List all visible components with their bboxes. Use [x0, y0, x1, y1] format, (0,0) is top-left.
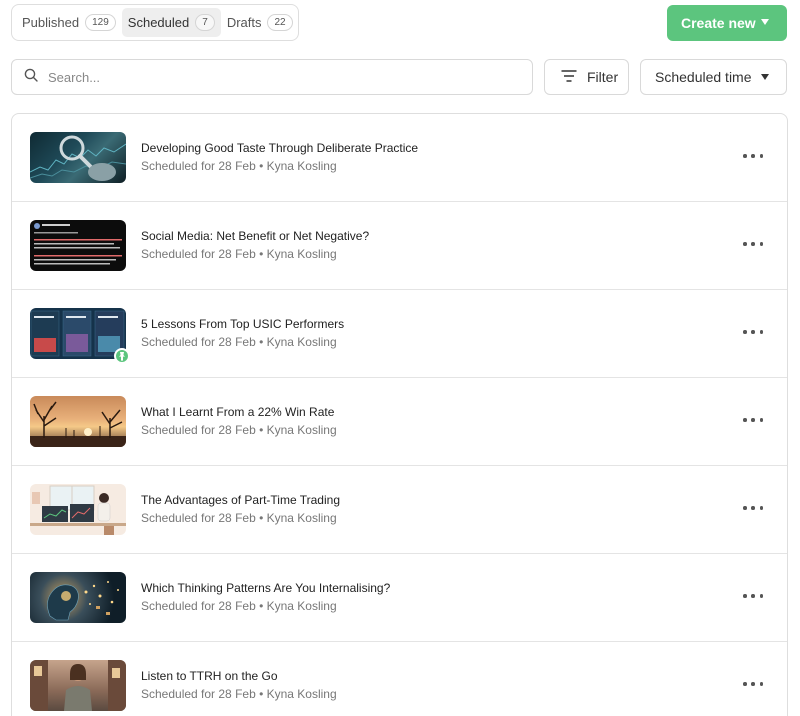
more-options-icon[interactable] — [743, 588, 763, 604]
post-title[interactable]: Social Media: Net Benefit or Net Negativ… — [141, 229, 369, 243]
post-meta: Scheduled for 28 Feb • Kyna Kosling — [141, 687, 337, 701]
post-meta: Scheduled for 28 Feb • Kyna Kosling — [141, 423, 337, 437]
post-title[interactable]: 5 Lessons From Top USIC Performers — [141, 317, 344, 331]
list-item[interactable]: Developing Good Taste Through Deliberate… — [12, 114, 787, 202]
create-new-label: Create new — [681, 15, 756, 31]
caret-down-icon — [761, 74, 769, 80]
list-item[interactable]: 5 Lessons From Top USIC Performers Sched… — [12, 290, 787, 378]
more-options-icon[interactable] — [743, 236, 763, 252]
more-options-icon[interactable] — [743, 412, 763, 428]
tab-count-badge: 7 — [195, 14, 215, 31]
post-thumbnail — [30, 132, 126, 183]
tab-published[interactable]: Published 129 — [16, 8, 122, 37]
search-box — [11, 59, 533, 95]
list-item[interactable]: What I Learnt From a 22% Win Rate Schedu… — [12, 378, 787, 466]
filter-label: Filter — [587, 69, 619, 85]
post-title[interactable]: Listen to TTRH on the Go — [141, 669, 278, 683]
status-tabs: Published 129 Scheduled 7 Drafts 22 — [11, 4, 299, 41]
post-title[interactable]: Which Thinking Patterns Are You Internal… — [141, 581, 390, 595]
post-thumbnail — [30, 484, 126, 535]
tab-drafts[interactable]: Drafts 22 — [221, 8, 299, 37]
tab-count-badge: 22 — [267, 14, 293, 31]
post-list: Developing Good Taste Through Deliberate… — [11, 113, 788, 716]
post-meta: Scheduled for 28 Feb • Kyna Kosling — [141, 247, 337, 261]
post-thumbnail — [30, 660, 126, 711]
post-meta: Scheduled for 28 Feb • Kyna Kosling — [141, 599, 337, 613]
search-input[interactable] — [48, 69, 508, 85]
list-item[interactable]: Which Thinking Patterns Are You Internal… — [12, 554, 787, 642]
post-title[interactable]: Developing Good Taste Through Deliberate… — [141, 141, 418, 155]
post-thumbnail — [30, 308, 126, 359]
tab-scheduled[interactable]: Scheduled 7 — [121, 8, 221, 37]
post-meta: Scheduled for 28 Feb • Kyna Kosling — [141, 511, 337, 525]
search-icon — [24, 68, 38, 87]
post-thumbnail — [30, 220, 126, 271]
caret-down-icon — [761, 19, 769, 25]
sort-dropdown[interactable]: Scheduled time — [640, 59, 787, 95]
post-meta: Scheduled for 28 Feb • Kyna Kosling — [141, 335, 337, 349]
tab-label: Scheduled — [127, 15, 190, 30]
tab-count-badge: 129 — [85, 14, 116, 31]
more-options-icon[interactable] — [743, 148, 763, 164]
filter-icon — [561, 69, 577, 85]
post-thumbnail — [30, 396, 126, 447]
pin-icon — [114, 348, 130, 364]
list-item[interactable]: Listen to TTRH on the Go Scheduled for 2… — [12, 642, 787, 716]
more-options-icon[interactable] — [743, 324, 763, 340]
filter-button[interactable]: Filter — [544, 59, 629, 95]
post-title[interactable]: What I Learnt From a 22% Win Rate — [141, 405, 334, 419]
post-meta: Scheduled for 28 Feb • Kyna Kosling — [141, 159, 337, 173]
more-options-icon[interactable] — [743, 676, 763, 692]
sort-label: Scheduled time — [655, 69, 752, 85]
post-title[interactable]: The Advantages of Part-Time Trading — [141, 493, 340, 507]
tab-label: Drafts — [226, 15, 262, 30]
post-thumbnail — [30, 572, 126, 623]
list-item[interactable]: Social Media: Net Benefit or Net Negativ… — [12, 202, 787, 290]
create-new-button[interactable]: Create new — [667, 5, 787, 41]
tab-label: Published — [22, 15, 80, 30]
list-item[interactable]: The Advantages of Part-Time Trading Sche… — [12, 466, 787, 554]
more-options-icon[interactable] — [743, 500, 763, 516]
